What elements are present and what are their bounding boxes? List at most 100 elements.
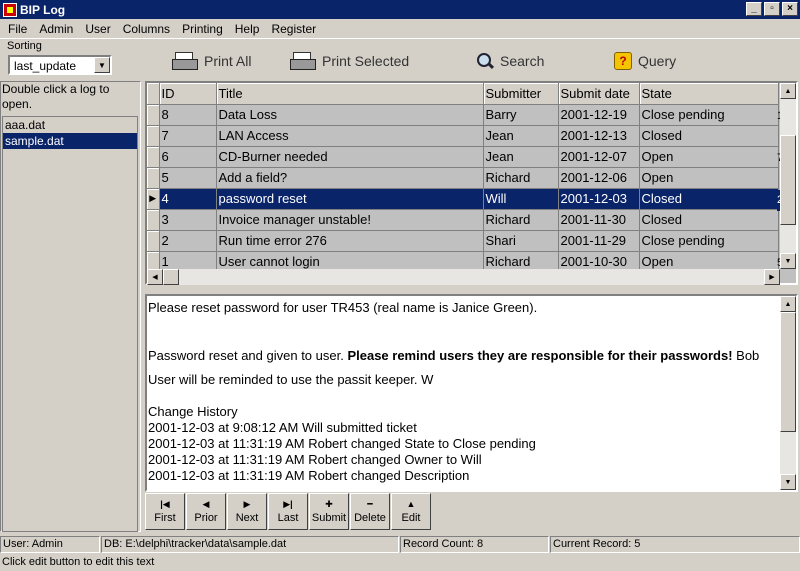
scroll-down-icon[interactable]: ▼ <box>780 474 796 490</box>
cell-submit-date[interactable]: 2001-11-30 <box>558 209 640 231</box>
menu-file[interactable]: File <box>2 22 33 36</box>
cell-id[interactable]: 4 <box>159 188 217 210</box>
grid-horizontal-scrollbar[interactable]: ◀ ▶ <box>147 269 780 285</box>
title-bar: BIP Log _ ▫ × <box>0 0 800 19</box>
sorting-select[interactable]: last_update ▼ <box>8 55 112 75</box>
cell-submit-date[interactable]: 2001-12-03 <box>558 188 640 210</box>
cell-state[interactable]: Closed <box>639 209 779 231</box>
cell-submit-date[interactable]: 2001-12-06 <box>558 167 640 189</box>
cell-id[interactable]: 2 <box>159 230 217 252</box>
menu-register[interactable]: Register <box>265 22 322 36</box>
maximize-button[interactable]: ▫ <box>764 2 780 16</box>
cell-submitter[interactable]: Shari <box>483 230 559 252</box>
cell-submit-date[interactable]: 2001-11-29 <box>558 230 640 252</box>
cell-state[interactable]: Closed <box>639 188 779 210</box>
cell-submitter[interactable]: Richard <box>483 209 559 231</box>
scroll-up-icon[interactable]: ▲ <box>780 296 796 312</box>
menu-printing[interactable]: Printing <box>176 22 229 36</box>
log-file-list[interactable]: aaa.dat sample.dat <box>2 116 138 532</box>
scroll-thumb[interactable] <box>780 135 796 225</box>
print-selected-button[interactable]: Print Selected <box>290 50 409 72</box>
cell-state[interactable]: Open <box>639 146 779 168</box>
cell-submitter[interactable]: Jean <box>483 146 559 168</box>
scroll-thumb[interactable] <box>163 269 179 285</box>
row-indicator[interactable] <box>147 146 160 168</box>
scroll-up-icon[interactable]: ▲ <box>780 83 796 99</box>
table-row[interactable]: 6 CD-Burner needed Jean 2001-12-07 Open <box>147 146 779 168</box>
row-indicator[interactable]: ▶ <box>147 188 160 210</box>
submit-button[interactable]: ✚ Submit <box>309 493 349 530</box>
cell-id[interactable]: 6 <box>159 146 217 168</box>
cell-state[interactable]: Open <box>639 167 779 189</box>
printer-icon <box>172 52 198 70</box>
row-indicator[interactable] <box>147 209 160 231</box>
scroll-thumb[interactable] <box>780 312 796 432</box>
cell-submitter[interactable]: Jean <box>483 125 559 147</box>
memo-bold-text: Please remind users they are responsible… <box>347 348 733 363</box>
last-button[interactable]: ▶| Last <box>268 493 308 530</box>
row-indicator[interactable] <box>147 167 160 189</box>
table-row[interactable]: ▶ 4 password reset Will 2001-12-03 Closed <box>147 188 779 210</box>
window-title: BIP Log <box>20 2 66 17</box>
scroll-left-icon[interactable]: ◀ <box>147 269 163 285</box>
cell-state[interactable]: Close pending <box>639 230 779 252</box>
memo-line: Password reset and given to user. Please… <box>148 348 760 363</box>
grid-vertical-scrollbar[interactable]: ▲ ▼ <box>780 83 796 269</box>
chevron-down-icon[interactable]: ▼ <box>94 57 110 73</box>
print-all-button[interactable]: Print All <box>172 50 251 72</box>
row-indicator[interactable] <box>147 230 160 252</box>
cell-title[interactable]: Data Loss <box>216 104 484 126</box>
table-row[interactable]: 8 Data Loss Barry 2001-12-19 Close pending <box>147 104 779 126</box>
cell-title[interactable]: CD-Burner needed <box>216 146 484 168</box>
column-header-title[interactable]: Title <box>216 83 484 105</box>
cell-submit-date[interactable]: 2001-12-19 <box>558 104 640 126</box>
cell-submit-date[interactable]: 2001-12-07 <box>558 146 640 168</box>
menu-help[interactable]: Help <box>229 22 266 36</box>
cell-submitter[interactable]: Richard <box>483 167 559 189</box>
cell-id[interactable]: 5 <box>159 167 217 189</box>
cell-id[interactable]: 3 <box>159 209 217 231</box>
scroll-right-icon[interactable]: ▶ <box>764 269 780 285</box>
cell-submit-date[interactable]: 2001-12-13 <box>558 125 640 147</box>
close-button[interactable]: × <box>782 2 798 16</box>
cell-id[interactable]: 8 <box>159 104 217 126</box>
table-row[interactable]: 5 Add a field? Richard 2001-12-06 Open <box>147 167 779 189</box>
menu-user[interactable]: User <box>79 22 116 36</box>
column-header-submitter[interactable]: Submitter <box>483 83 559 105</box>
cell-submitter[interactable]: Will <box>483 188 559 210</box>
row-indicator[interactable] <box>147 125 160 147</box>
cell-title[interactable]: Add a field? <box>216 167 484 189</box>
row-indicator[interactable] <box>147 104 160 126</box>
menu-columns[interactable]: Columns <box>117 22 176 36</box>
cell-title[interactable]: Run time error 276 <box>216 230 484 252</box>
cell-id[interactable]: 7 <box>159 125 217 147</box>
records-grid[interactable]: ID Title Submitter Submit date State 8 Da… <box>145 81 798 285</box>
cell-title[interactable]: LAN Access <box>216 125 484 147</box>
delete-button[interactable]: ━ Delete <box>350 493 390 530</box>
log-file-item[interactable]: sample.dat <box>3 133 137 149</box>
minimize-button[interactable]: _ <box>746 2 762 16</box>
prior-button[interactable]: ◀ Prior <box>186 493 226 530</box>
first-button[interactable]: |◀ First <box>145 493 185 530</box>
edit-button[interactable]: ▲ Edit <box>391 493 431 530</box>
cell-title[interactable]: Invoice manager unstable! <box>216 209 484 231</box>
cell-state[interactable]: Close pending <box>639 104 779 126</box>
memo-vertical-scrollbar[interactable]: ▲ ▼ <box>780 296 796 490</box>
table-row[interactable]: 2 Run time error 276 Shari 2001-11-29 Close … <box>147 230 779 252</box>
search-button[interactable]: Search <box>476 50 544 72</box>
table-row[interactable]: 7 LAN Access Jean 2001-12-13 Closed <box>147 125 779 147</box>
column-header-id[interactable]: ID <box>159 83 217 105</box>
log-file-item[interactable]: aaa.dat <box>3 117 137 133</box>
scroll-down-icon[interactable]: ▼ <box>780 253 796 269</box>
next-button[interactable]: ▶ Next <box>227 493 267 530</box>
cell-title[interactable]: password reset <box>216 188 484 210</box>
cell-state[interactable]: Closed <box>639 125 779 147</box>
cell-submitter[interactable]: Barry <box>483 104 559 126</box>
table-row[interactable]: 3 Invoice manager unstable! Richard 2001-11… <box>147 209 779 231</box>
menu-admin[interactable]: Admin <box>33 22 79 36</box>
description-memo[interactable]: Please reset password for user TR453 (re… <box>145 294 798 492</box>
query-button[interactable]: ? Query <box>614 50 676 72</box>
status-user: User: Admin <box>0 536 100 553</box>
column-header-state[interactable]: State <box>639 83 779 105</box>
column-header-submit-date[interactable]: Submit date <box>558 83 640 105</box>
